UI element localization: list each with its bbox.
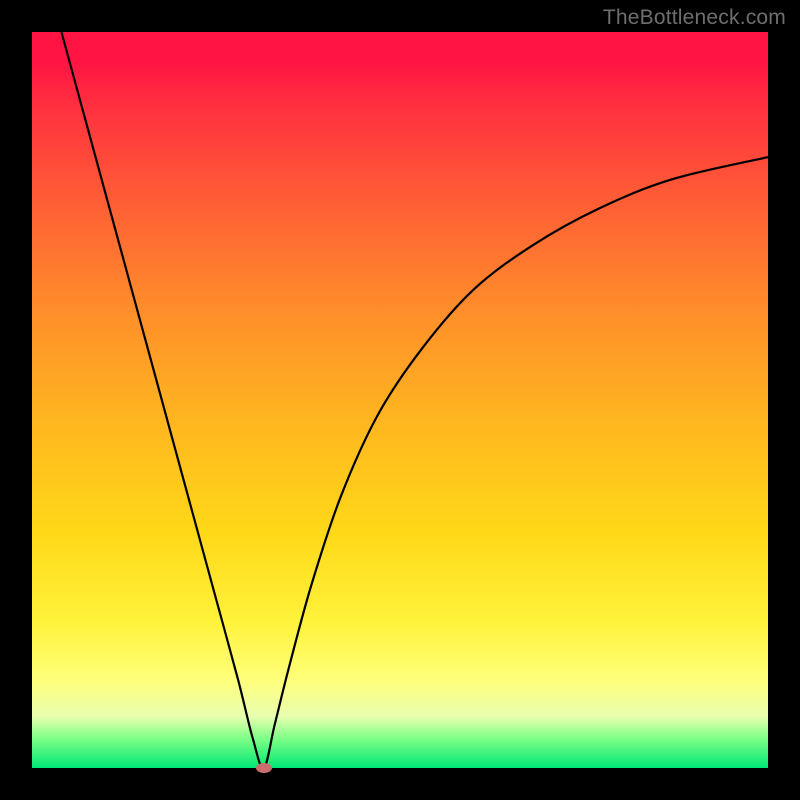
chart-frame: TheBottleneck.com	[0, 0, 800, 800]
watermark-text: TheBottleneck.com	[603, 6, 786, 30]
optimum-marker	[256, 763, 272, 773]
plot-area	[32, 32, 768, 768]
curve-path	[61, 32, 768, 768]
bottleneck-curve	[32, 32, 768, 768]
